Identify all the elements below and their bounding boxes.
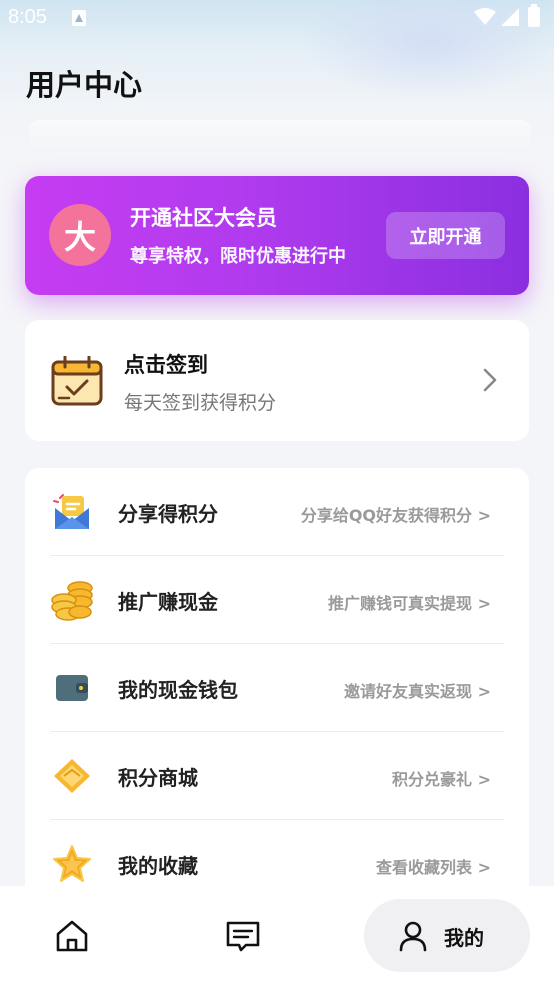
diamond-icon [54,759,90,793]
vip-title: 开通社区大会员 [130,206,277,230]
menu-item-hint: 邀请好友真实返现 > [344,682,491,701]
message-icon[interactable] [223,916,263,956]
menu-item-hint: 查看收藏列表 > [376,858,491,877]
menu-item-label: 推广赚现金 [118,590,218,614]
status-time: 8:05 [8,6,47,28]
gold-coins-icon [51,581,93,621]
wallet-icon [56,675,88,701]
vip-subtitle: 尊享特权，限时优惠进行中 [130,246,346,267]
checkin-title: 点击签到 [124,353,208,377]
menu-item-label: 我的现金钱包 [118,678,238,702]
notification-app-icon [72,10,86,26]
status-bar: 8:05 [0,0,554,38]
menu-item-hint: 积分兑豪礼 > [392,770,491,789]
menu-item-hint: 推广赚钱可真实提现 > [328,594,491,613]
menu-item-hint: 分享给QQ好友获得积分 > [300,506,491,525]
page-title: 用户中心 [26,68,143,102]
bottom-navigation: 我的 [0,886,554,985]
menu-item-label: 我的收藏 [118,854,198,878]
menu-item-promote-cash[interactable]: 推广赚现金 推广赚钱可真实提现 > [50,556,529,644]
home-icon[interactable] [52,916,92,956]
checkin-subtitle: 每天签到获得积分 [124,392,277,414]
menu-item-points-mall[interactable]: 积分商城 积分兑豪礼 > [50,732,529,820]
signal-icon [501,8,519,26]
chevron-right-icon [483,368,497,392]
nav-tab-mine-label: 我的 [444,926,484,950]
calendar-checkin-icon [51,356,103,406]
menu-item-label: 积分商城 [118,766,198,790]
menu-item-label: 分享得积分 [118,502,218,526]
menu-item-cash-wallet[interactable]: 我的现金钱包 邀请好友真实返现 > [50,644,529,732]
menu-item-share-points[interactable]: 分享得积分 分享给QQ好友获得积分 > [50,468,529,556]
vip-membership-card[interactable]: 大 开通社区大会员 尊享特权，限时优惠进行中 立即开通 [25,176,529,295]
menu-list: 分享得积分 分享给QQ好友获得积分 > 推广赚现金 推广赚钱可真实提现 > 我的… [25,468,529,898]
share-envelope-icon [53,494,89,529]
open-vip-button[interactable]: 立即开通 [386,212,505,259]
star-icon [53,845,91,882]
checkin-card[interactable]: 点击签到 每天签到获得积分 [25,320,529,441]
wifi-icon [474,8,496,25]
user-icon [399,921,427,952]
nav-tab-mine[interactable]: 我的 [364,899,530,972]
battery-icon [528,4,540,27]
vip-avatar: 大 [49,204,111,266]
